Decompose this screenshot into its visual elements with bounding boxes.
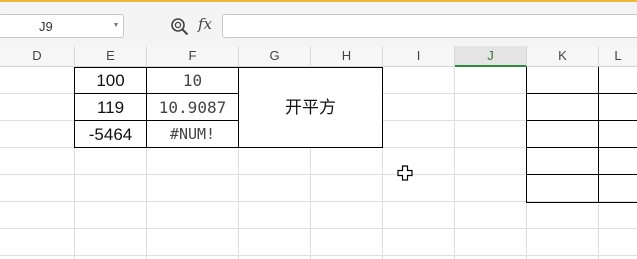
cell-grid[interactable]: 100 10 119 10.9087 -5464 #NUM! 开平方	[0, 67, 637, 259]
column-header-l[interactable]: L	[599, 46, 637, 66]
column-header-f[interactable]: F	[147, 46, 239, 66]
name-box[interactable]: J9 ▼	[0, 14, 124, 38]
magnifier-zoom-icon[interactable]	[170, 17, 190, 37]
column-header-g[interactable]: G	[239, 46, 311, 66]
bordered-range-l[interactable]	[598, 67, 637, 203]
cell-f2[interactable]: 10.9087	[146, 93, 239, 121]
cell-f1[interactable]: 10	[146, 67, 239, 94]
gridline	[0, 228, 637, 229]
border-line	[526, 147, 637, 148]
merged-cell-g-h[interactable]: 开平方	[238, 67, 383, 148]
column-header-e[interactable]: E	[75, 46, 147, 66]
border-line	[526, 174, 637, 175]
border-line	[526, 93, 637, 94]
column-header-d[interactable]: D	[0, 46, 75, 66]
bordered-range-k[interactable]	[526, 67, 599, 203]
column-header-h[interactable]: H	[311, 46, 383, 66]
cell-e1[interactable]: 100	[74, 67, 147, 94]
column-header-i[interactable]: I	[383, 46, 455, 66]
column-header-j[interactable]: J	[455, 46, 527, 67]
function-wizard-button[interactable]: fx	[198, 15, 212, 33]
formula-input[interactable]	[222, 14, 637, 38]
cell-reference: J9	[39, 19, 53, 34]
column-header-row: D E F G H I J K L	[0, 46, 637, 67]
border-line	[526, 120, 637, 121]
cell-f3[interactable]: #NUM!	[146, 120, 239, 148]
gridline	[454, 67, 455, 259]
cell-e3[interactable]: -5464	[74, 120, 147, 148]
gridline	[0, 255, 637, 256]
chevron-down-icon[interactable]: ▼	[111, 20, 121, 32]
column-header-k[interactable]: K	[527, 46, 599, 66]
formula-bar: J9 ▼ fx	[0, 2, 637, 46]
cell-select-cross-cursor-icon	[397, 165, 413, 181]
cell-e2[interactable]: 119	[74, 93, 147, 121]
